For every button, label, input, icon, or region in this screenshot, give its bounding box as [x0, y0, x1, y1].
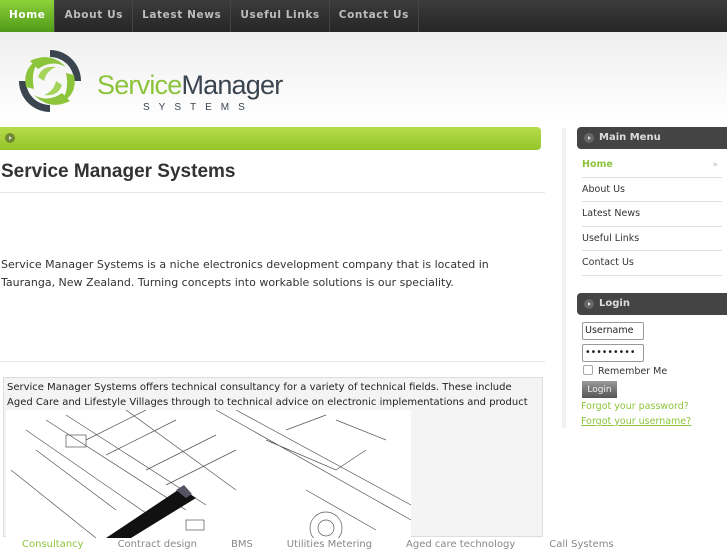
brand-name: ServiceManager: [97, 70, 283, 101]
nav-contact-us[interactable]: Contact Us: [330, 0, 419, 32]
username-input[interactable]: Username: [582, 322, 644, 340]
bullet-icon: [584, 133, 594, 143]
main-menu-header: Main Menu: [577, 127, 727, 149]
brand-tagline: SYSTEMS: [143, 102, 254, 113]
main-menu-title: Main Menu: [599, 132, 661, 143]
divider: [0, 361, 545, 362]
feature-slideshow: Service Manager Systems offers technical…: [3, 377, 543, 538]
remember-checkbox[interactable]: [583, 365, 593, 375]
menu-item-about-us[interactable]: About Us: [582, 178, 722, 202]
nav-home[interactable]: Home: [0, 0, 56, 36]
blueprint-image: [6, 410, 411, 538]
login-button[interactable]: Login: [582, 381, 617, 398]
nav-about-us[interactable]: About Us: [55, 0, 134, 32]
menu-item-useful-links[interactable]: Useful Links: [582, 227, 722, 251]
tab-bms[interactable]: BMS: [209, 539, 265, 550]
menu-item-home[interactable]: Home: [582, 153, 722, 178]
menu-item-contact-us[interactable]: Contact Us: [582, 251, 722, 276]
tab-consultancy[interactable]: Consultancy: [0, 539, 96, 550]
top-nav: Home About Us Latest News Useful Links C…: [0, 0, 727, 36]
login-title: Login: [599, 298, 630, 309]
page-title: Service Manager Systems: [1, 161, 236, 182]
intro-text: Service Manager Systems is a niche elect…: [1, 258, 489, 289]
tab-contract-design[interactable]: Contract design: [96, 539, 209, 550]
nav-useful-links[interactable]: Useful Links: [231, 0, 330, 32]
feature-tabs: Consultancy Contract design BMS Utilitie…: [0, 539, 614, 550]
logo-icon[interactable]: [16, 47, 84, 115]
breadcrumb-bar: [0, 127, 541, 150]
password-input[interactable]: •••••••••: [582, 344, 644, 362]
tab-utilities-metering[interactable]: Utilities Metering: [265, 539, 384, 550]
main-menu: Home About Us Latest News Useful Links C…: [582, 153, 722, 276]
nav-latest-news[interactable]: Latest News: [133, 0, 232, 32]
login-header: Login: [577, 293, 727, 315]
forgot-password-link[interactable]: Forgot your password?: [581, 401, 689, 412]
tab-call-systems[interactable]: Call Systems: [527, 539, 625, 550]
brand-manager: Manager: [181, 70, 283, 100]
forgot-username-link[interactable]: Forgot your username?: [581, 416, 691, 427]
bullet-icon: [584, 299, 594, 309]
tab-aged-care[interactable]: Aged care technology: [384, 539, 527, 550]
menu-item-latest-news[interactable]: Latest News: [582, 202, 722, 227]
remember-me[interactable]: Remember Me: [583, 365, 667, 377]
remember-label: Remember Me: [598, 366, 668, 377]
sidebar-divider: [562, 128, 566, 428]
divider: [0, 192, 545, 193]
bullet-icon: [5, 133, 15, 143]
brand-service: Service: [97, 70, 182, 100]
